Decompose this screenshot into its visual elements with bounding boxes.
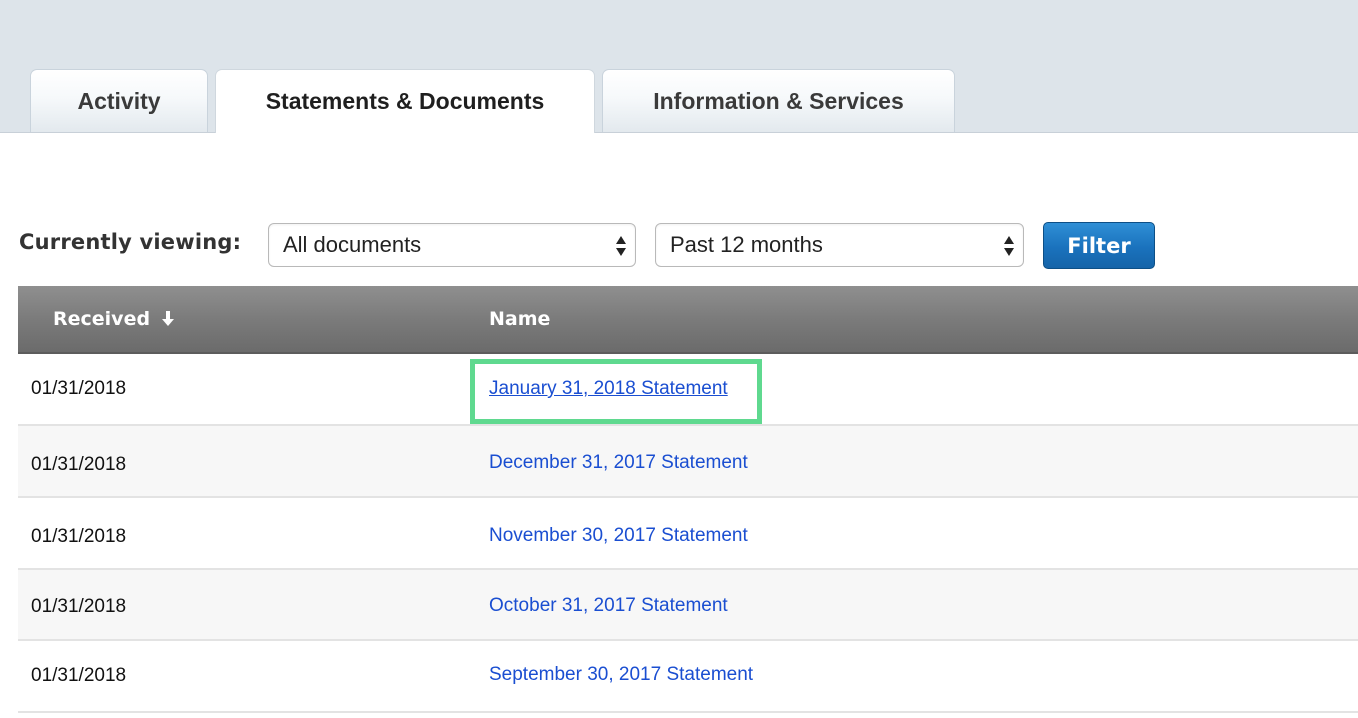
table-row: 01/31/2018 October 31, 2017 Statement	[18, 570, 1358, 641]
sort-down-arrow-icon	[162, 311, 175, 327]
received-date: 01/31/2018	[31, 454, 127, 475]
tab-information-services[interactable]: Information & Services	[602, 69, 955, 132]
statement-link[interactable]: October 31, 2017 Statement	[489, 595, 728, 617]
received-date: 01/31/2018	[31, 596, 127, 617]
tab-information-services-label: Information & Services	[653, 87, 904, 114]
table-row: 01/31/2018 September 30, 2017 Statement	[18, 641, 1358, 713]
currently-viewing-label: Currently viewing:	[19, 230, 242, 254]
tab-statements-documents[interactable]: Statements & Documents	[215, 69, 595, 133]
table-row: 01/31/2018 December 31, 2017 Statement	[18, 426, 1358, 498]
column-header-name: Name	[489, 286, 550, 352]
tab-bar: Activity Statements & Documents Informat…	[0, 0, 1358, 133]
column-header-name-label: Name	[489, 308, 551, 330]
period-select[interactable]: Past 12 months	[655, 223, 1024, 267]
select-arrows-icon	[616, 235, 626, 257]
column-header-received-label: Received	[53, 308, 151, 330]
tab-statements-documents-label: Statements & Documents	[265, 88, 545, 114]
tab-activity-label: Activity	[77, 87, 161, 114]
documents-table: Received Name 01/31/2018 January 31, 201…	[18, 286, 1358, 713]
statement-link[interactable]: November 30, 2017 Statement	[489, 525, 748, 547]
received-date: 01/31/2018	[31, 665, 127, 686]
select-arrows-icon	[1004, 235, 1014, 257]
column-header-received[interactable]: Received	[53, 286, 175, 352]
highlight-box	[470, 359, 762, 424]
tab-activity[interactable]: Activity	[30, 69, 208, 132]
document-type-value: All documents	[283, 232, 422, 257]
document-type-select[interactable]: All documents	[268, 223, 636, 267]
received-date: 01/31/2018	[31, 378, 127, 399]
table-header: Received Name	[18, 286, 1358, 354]
filter-button[interactable]: Filter	[1043, 222, 1155, 269]
table-row: 01/31/2018 November 30, 2017 Statement	[18, 498, 1358, 570]
statement-link[interactable]: September 30, 2017 Statement	[489, 664, 753, 686]
statement-link[interactable]: December 31, 2017 Statement	[489, 452, 748, 474]
period-value: Past 12 months	[670, 232, 823, 257]
received-date: 01/31/2018	[31, 526, 127, 547]
